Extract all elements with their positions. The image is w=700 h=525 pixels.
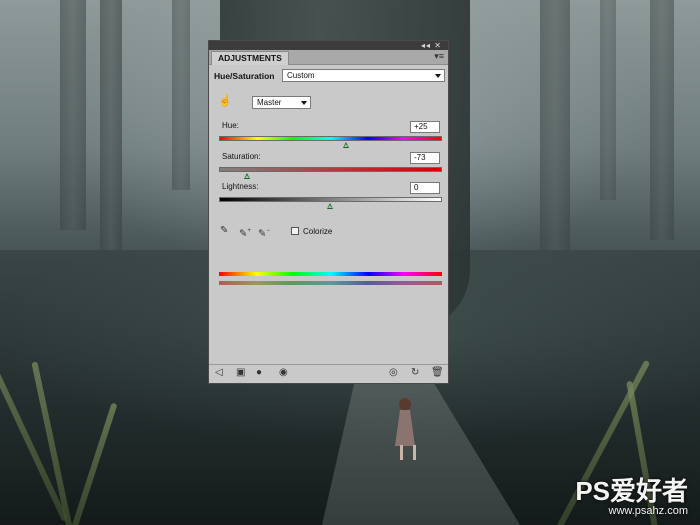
eyedropper-minus-icon[interactable]: ✎− — [258, 226, 270, 239]
return-arrow-icon[interactable]: ◁ — [215, 368, 223, 378]
hue-slider-track[interactable] — [219, 136, 442, 141]
saturation-slider-thumb[interactable] — [244, 173, 251, 179]
panel-tab-row: ADJUSTMENTS ▾≡ — [209, 50, 448, 65]
view-previous-icon[interactable]: ◎ — [389, 368, 398, 378]
tree-trunk — [172, 0, 190, 190]
tree-trunk — [600, 0, 616, 200]
saturation-input[interactable]: -73 — [410, 152, 440, 164]
collapse-close-controls[interactable]: ◂◂ ✕ — [421, 41, 442, 50]
chevron-down-icon — [301, 101, 307, 105]
view-previous-icon[interactable]: ◉ — [279, 368, 288, 378]
tree-trunk — [100, 0, 122, 260]
girl-figure — [392, 398, 418, 460]
reset-icon[interactable]: ↻ — [411, 368, 419, 378]
adjustments-panel: ◂◂ ✕ ADJUSTMENTS ▾≡ Hue/Saturation Custo… — [208, 40, 449, 384]
lightness-input[interactable]: 0 — [410, 182, 440, 194]
tree-trunk — [60, 0, 86, 230]
watermark-url: www.psahz.com — [608, 505, 688, 517]
chevron-down-icon — [435, 74, 441, 78]
saturation-slider-track[interactable] — [219, 167, 442, 172]
source-color-bar — [219, 272, 442, 276]
hue-slider-thumb[interactable] — [342, 142, 349, 148]
trash-icon[interactable]: 🗑 — [431, 368, 444, 378]
hue-label: Hue: — [222, 121, 239, 130]
preset-value: Custom — [287, 71, 315, 80]
lightness-slider-thumb[interactable] — [327, 203, 333, 209]
hand-tool-icon[interactable]: ☝ — [218, 96, 232, 107]
eyedropper-icon[interactable]: ✎ — [220, 226, 228, 236]
clip-to-layer-icon[interactable]: ▣ — [236, 368, 245, 378]
tab-adjustments[interactable]: ADJUSTMENTS — [211, 51, 289, 65]
tree-trunk — [540, 0, 570, 260]
panel-menu-icon[interactable]: ▾≡ — [434, 52, 444, 61]
lightness-label: Lightness: — [222, 182, 259, 191]
result-color-bar — [219, 281, 442, 285]
adjustment-title: Hue/Saturation — [214, 71, 275, 81]
visibility-icon[interactable]: ● — [256, 368, 262, 378]
hue-input[interactable]: +25 — [410, 121, 440, 133]
panel-bottom-toolbar: ◁ ▣ ● ◉ ◎ ↻ 🗑 — [209, 364, 448, 383]
colorize-label: Colorize — [303, 227, 333, 236]
channel-dropdown[interactable]: Master — [252, 96, 311, 109]
colorize-checkbox[interactable] — [291, 227, 299, 235]
panel-title-bar[interactable]: ◂◂ ✕ — [209, 41, 448, 50]
saturation-label: Saturation: — [222, 152, 261, 161]
preset-dropdown[interactable]: Custom — [282, 69, 445, 82]
watermark-main: PS爱好者 — [575, 476, 688, 506]
lightness-slider-track[interactable] — [219, 197, 442, 202]
channel-value: Master — [257, 98, 282, 107]
site-watermark: PS爱好者 www.psahz.com — [575, 478, 688, 517]
tree-trunk — [650, 0, 674, 240]
eyedropper-plus-icon[interactable]: ✎+ — [239, 226, 251, 239]
